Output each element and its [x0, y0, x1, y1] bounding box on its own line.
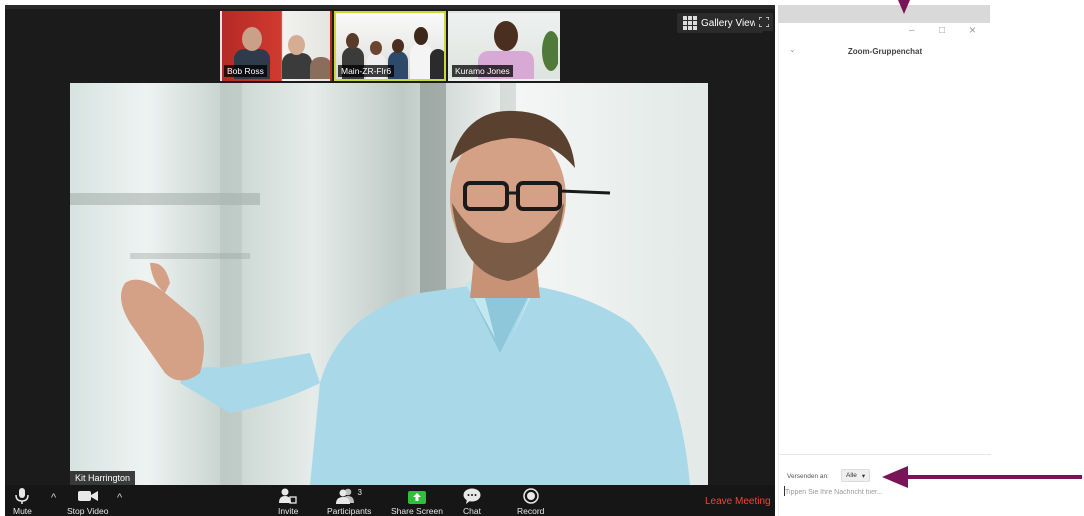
- chat-panel: – □ × ⌄ Zoom-Gruppenchat Versenden an: A…: [778, 23, 991, 516]
- participant-thumbnail[interactable]: Kuramo Jones: [448, 11, 560, 81]
- participant-figure: [542, 31, 558, 71]
- chat-icon: [463, 488, 481, 504]
- participant-thumbnail[interactable]: Main-ZR-Flr6: [334, 11, 446, 81]
- participant-name: Kuramo Jones: [452, 65, 513, 77]
- divider: [779, 454, 991, 455]
- recipient-dropdown[interactable]: Alle ▾: [841, 469, 871, 482]
- send-to-label: Versenden an:: [787, 473, 829, 480]
- chat-title: Zoom-Gruppenchat: [847, 47, 923, 56]
- microphone-icon: [15, 488, 30, 504]
- participant-figure: [288, 35, 305, 55]
- stop-video-label: Stop Video: [67, 506, 109, 516]
- chat-label: Chat: [463, 506, 481, 516]
- participant-figure: [310, 57, 330, 79]
- gallery-view-button[interactable]: Gallery View: [677, 13, 763, 33]
- chat-window-titlebar-strip: [778, 5, 990, 23]
- participant-figure: [392, 39, 404, 53]
- invite-icon: [279, 488, 297, 504]
- record-button[interactable]: Record: [517, 488, 544, 516]
- participant-name: Main-ZR-Flr6: [338, 65, 395, 77]
- video-options-caret[interactable]: ^: [117, 492, 122, 504]
- active-speaker-name: Kit Harrington: [70, 471, 136, 485]
- recipient-value: Alle: [846, 472, 857, 479]
- leave-meeting-button[interactable]: Leave Meeting: [705, 496, 771, 507]
- annotation-arrow-icon: [882, 466, 1082, 488]
- main-video: [70, 83, 708, 485]
- participant-figure: [282, 53, 312, 79]
- record-icon: [522, 488, 539, 504]
- share-screen-label: Share Screen: [391, 506, 443, 516]
- chevron-down-icon: ▾: [861, 472, 866, 480]
- participant-figure: [346, 33, 359, 49]
- meeting-window: Bob Ross Main-ZR-Flr6 Kuramo Jones Galle…: [5, 5, 775, 516]
- participant-figure: [494, 21, 518, 51]
- participant-thumbnail[interactable]: Bob Ross: [220, 11, 332, 81]
- fullscreen-icon: [759, 17, 769, 27]
- participant-figure: [430, 49, 444, 79]
- grid-icon: [683, 16, 697, 30]
- participants-label: Participants: [327, 506, 372, 516]
- stop-video-button[interactable]: Stop Video: [67, 488, 108, 516]
- invite-button[interactable]: Invite: [278, 488, 298, 516]
- gallery-view-label: Gallery View: [701, 17, 757, 29]
- annotation-arrow-icon: [898, 0, 910, 14]
- meeting-toolbar: Mute ^ Stop Video ^ Invite 3 Participant…: [5, 485, 775, 516]
- video-camera-icon: [77, 491, 98, 501]
- participant-figure: [414, 27, 428, 45]
- participants-button[interactable]: 3 Participants: [327, 488, 371, 516]
- participant-name: Bob Ross: [224, 65, 267, 77]
- invite-label: Invite: [278, 506, 299, 516]
- participants-icon: [336, 488, 355, 504]
- share-screen-icon: [407, 491, 426, 504]
- audio-options-caret[interactable]: ^: [51, 492, 56, 504]
- record-label: Record: [517, 506, 545, 516]
- participant-figure: [410, 43, 432, 79]
- participant-figure: [370, 41, 382, 55]
- participant-thumbnails: Bob Ross Main-ZR-Flr6 Kuramo Jones: [220, 11, 562, 81]
- maximize-button[interactable]: □: [939, 25, 945, 36]
- fullscreen-button[interactable]: [755, 13, 773, 31]
- speaker-video-image: [70, 83, 690, 485]
- minimize-button[interactable]: –: [909, 25, 915, 36]
- mute-button[interactable]: Mute: [13, 488, 32, 516]
- chat-button[interactable]: Chat: [463, 488, 481, 516]
- participant-figure: [242, 27, 262, 51]
- participants-count: 3: [357, 488, 362, 497]
- meeting-top-strip: [5, 5, 775, 9]
- share-screen-button[interactable]: Share Screen: [391, 488, 443, 516]
- close-button[interactable]: ×: [969, 23, 976, 37]
- mute-label: Mute: [13, 506, 32, 516]
